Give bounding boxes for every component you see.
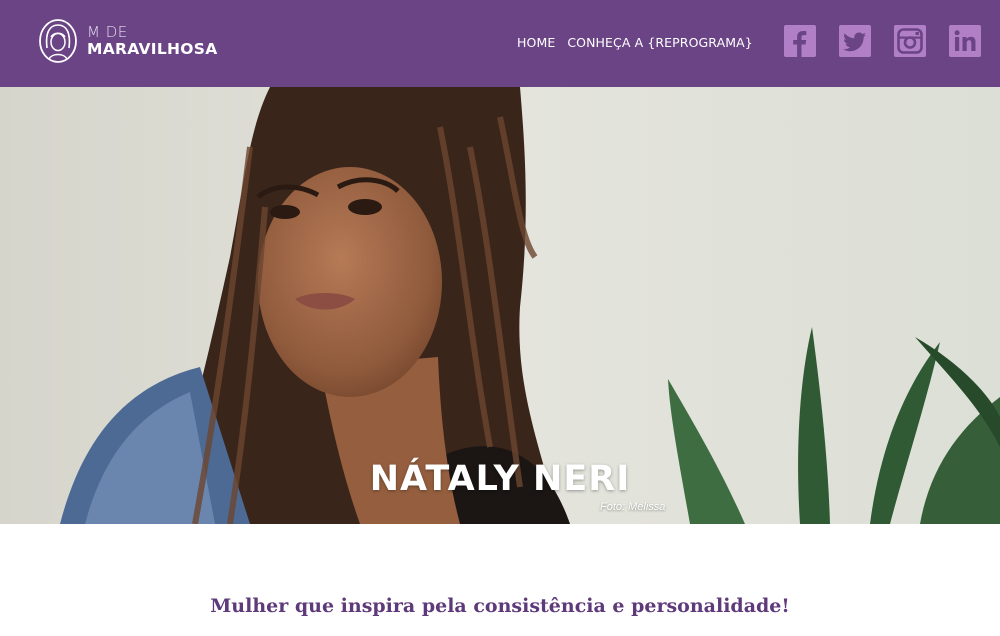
instagram-icon — [897, 28, 923, 54]
logo-line-1: M DE — [87, 22, 128, 41]
hero-banner: NÁTALY NERI Foto: Melissa — [0, 87, 1000, 524]
woman-face-logo-icon — [39, 19, 77, 63]
main-nav: HOME CONHEÇA A {REPROGRAMA} — [517, 35, 753, 50]
linkedin-link[interactable] — [949, 25, 981, 57]
twitter-icon — [843, 32, 866, 52]
nav-reprograma-link[interactable]: CONHEÇA A {REPROGRAMA} — [567, 35, 753, 50]
instagram-link[interactable] — [894, 25, 926, 57]
facebook-icon — [793, 31, 807, 57]
twitter-link[interactable] — [839, 25, 871, 57]
hero-title: NÁTALY NERI — [369, 459, 631, 499]
nav-home-link[interactable]: HOME — [517, 35, 555, 50]
site-header: M DE MARAVILHOSA HOME CONHEÇA A {REPROGR… — [0, 0, 1000, 87]
facebook-link[interactable] — [784, 25, 816, 57]
photo-credit: Foto: Melissa — [600, 501, 666, 513]
linkedin-icon — [954, 30, 976, 51]
site-logo[interactable]: M DE MARAVILHOSA — [38, 17, 238, 65]
logo-line-2: MARAVILHOSA — [87, 39, 218, 58]
intro-tagline: Mulher que inspira pela consistência e p… — [210, 595, 790, 617]
